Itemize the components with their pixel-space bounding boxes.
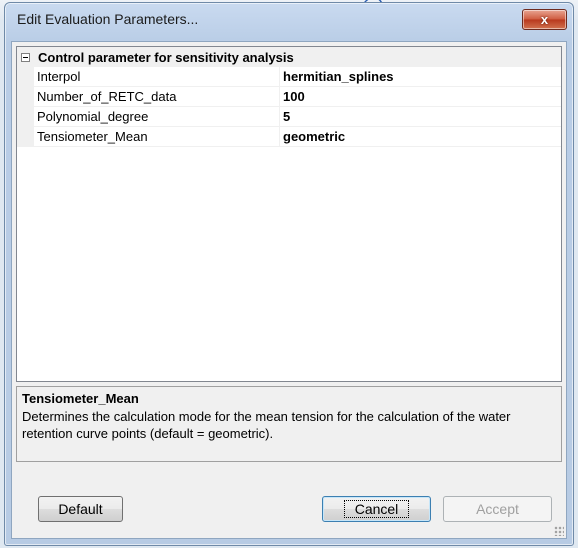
category-row[interactable]: Control parameter for sensitivity analys… (17, 47, 561, 67)
property-row-polynomial-degree[interactable]: Polynomial_degree 5 (17, 107, 561, 127)
dialog-client-area: Control parameter for sensitivity analys… (11, 41, 567, 539)
property-value[interactable]: 100 (280, 87, 305, 106)
property-value[interactable]: geometric (280, 127, 345, 146)
property-grid[interactable]: Control parameter for sensitivity analys… (16, 46, 562, 382)
property-value[interactable]: 5 (280, 107, 290, 126)
help-description: Determines the calculation mode for the … (22, 409, 511, 441)
property-row-number-of-retc-data[interactable]: Number_of_RETC_data 100 (17, 87, 561, 107)
property-row-tensiometer-mean[interactable]: Tensiometer_Mean geometric (17, 127, 561, 147)
property-name: Interpol (34, 67, 280, 86)
close-icon: x (540, 12, 549, 27)
property-name: Number_of_RETC_data (34, 87, 280, 106)
close-button[interactable]: x (522, 9, 567, 30)
category-label: Control parameter for sensitivity analys… (38, 49, 294, 65)
collapse-icon[interactable] (21, 52, 30, 62)
window-title: Edit Evaluation Parameters... (17, 11, 199, 27)
default-button-label: Default (58, 501, 103, 517)
accept-button-label: Accept (476, 501, 519, 517)
default-button[interactable]: Default (38, 496, 123, 522)
help-title: Tensiometer_Mean (22, 391, 139, 406)
cancel-button[interactable]: Cancel (322, 496, 431, 522)
help-pane: Tensiometer_Mean Determines the calculat… (16, 386, 562, 462)
property-row-interpol[interactable]: Interpol hermitian_splines (17, 67, 561, 87)
property-value[interactable]: hermitian_splines (280, 67, 394, 86)
resize-grip-icon[interactable] (554, 526, 564, 536)
property-name: Polynomial_degree (34, 107, 280, 126)
dialog-window: Edit Evaluation Parameters... x Control … (4, 2, 574, 546)
cancel-button-label: Cancel (343, 500, 410, 518)
property-name: Tensiometer_Mean (34, 127, 280, 146)
accept-button: Accept (443, 496, 552, 522)
